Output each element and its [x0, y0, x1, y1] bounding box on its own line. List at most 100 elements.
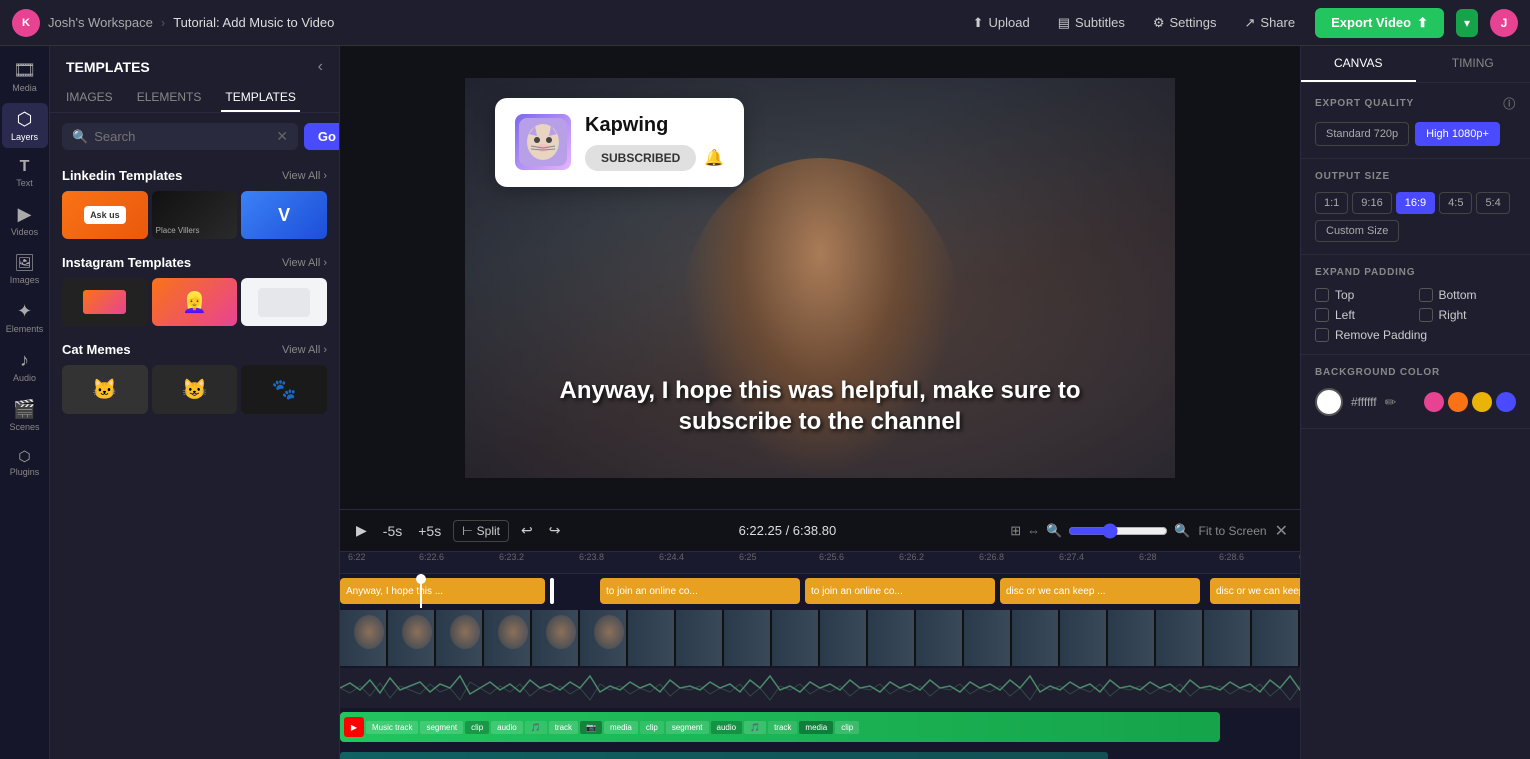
bell-icon[interactable]: 🔔 [704, 148, 724, 168]
color-dot-pink[interactable] [1424, 392, 1444, 412]
subtitle-segment[interactable]: disc or we can keep ... [1000, 578, 1200, 604]
ruler-marks: 6:22 6:22.6 6:23.2 6:23.8 6:24.4 6:25 6:… [344, 552, 1300, 573]
sidebar-item-images[interactable]: 🖼 Images [2, 247, 48, 291]
left-checkbox[interactable] [1315, 308, 1329, 322]
video-track[interactable] [340, 608, 1300, 668]
redo-button[interactable]: ↪ [545, 518, 565, 543]
subtitle-segment[interactable]: to join an online co... [805, 578, 995, 604]
section-header: Linkedin Templates View All › [62, 168, 327, 183]
sidebar-item-layers[interactable]: ⬡ Layers [2, 103, 48, 148]
padding-top[interactable]: Top [1315, 288, 1413, 302]
right-checkbox[interactable] [1419, 308, 1433, 322]
timeline-close-button[interactable]: ✕ [1275, 521, 1288, 541]
ruler-mark: 6:28 [1139, 552, 1157, 562]
template-item[interactable]: 👱‍♀️ [152, 278, 238, 326]
tab-canvas[interactable]: CANVAS [1301, 46, 1416, 82]
quality-row: Standard 720p High 1080p+ [1315, 122, 1516, 146]
subtitles-icon: ▤ [1058, 15, 1070, 31]
template-item[interactable]: Ask us [62, 191, 148, 239]
sidebar-item-media[interactable]: 🎞 Media [2, 54, 48, 99]
teal-bar[interactable] [340, 752, 1108, 759]
sidebar-item-elements[interactable]: ✦ Elements [2, 295, 48, 340]
sidebar-item-label: Videos [11, 227, 38, 237]
view-all-instagram[interactable]: View All › [282, 257, 327, 269]
play-button[interactable]: ▶ [352, 518, 371, 543]
bg-color-hex: #ffffff [1351, 395, 1377, 409]
collapse-button[interactable]: ‹ [318, 58, 323, 76]
bg-edit-icon[interactable]: ✏ [1385, 394, 1397, 411]
user-avatar[interactable]: J [1490, 9, 1518, 37]
sidebar-item-plugins[interactable]: ⬡ Plugins [2, 442, 48, 483]
audio-icon: ♪ [20, 350, 29, 371]
tab-templates[interactable]: TEMPLATES [221, 84, 299, 112]
timeline-area: ▶ -5s +5s ⊢ Split ↩ ↪ 6:22.25 / 6:38.80 … [340, 509, 1300, 759]
workspace-link[interactable]: Josh's Workspace [48, 15, 153, 30]
plus-5s-button[interactable]: +5s [414, 519, 445, 543]
search-input[interactable] [94, 129, 270, 144]
subtitle-segment[interactable]: to join an online co... [600, 578, 800, 604]
subscribe-button[interactable]: SUBSCRIBED [585, 145, 696, 171]
info-icon[interactable]: ⓘ [1503, 95, 1516, 112]
template-item[interactable]: V [241, 191, 327, 239]
share-button[interactable]: ↗ Share [1237, 10, 1304, 36]
sidebar-item-label: Audio [13, 373, 36, 383]
search-clear-icon[interactable]: ✕ [276, 128, 288, 145]
color-dot-blue[interactable] [1496, 392, 1516, 412]
high-quality-button[interactable]: High 1080p+ [1415, 122, 1500, 146]
bg-color-swatch[interactable] [1315, 388, 1343, 416]
sidebar-item-audio[interactable]: ♪ Audio [2, 344, 48, 389]
music-bar[interactable]: ▶ Music track segment clip audio 🎵 track… [340, 712, 1220, 742]
subtitle-segment[interactable]: disc or we can keep ... [1210, 578, 1300, 604]
template-item[interactable] [241, 278, 327, 326]
scenes-icon: 🎬 [13, 399, 35, 420]
minus-5s-button[interactable]: -5s [379, 519, 406, 543]
subtitle-segment[interactable]: Anyway, I hope this ... [340, 578, 545, 604]
sidebar-item-videos[interactable]: ▶ Videos [2, 198, 48, 243]
top-checkbox[interactable] [1315, 288, 1329, 302]
tab-images[interactable]: IMAGES [62, 84, 117, 112]
template-item[interactable]: 🐾 [241, 365, 327, 413]
zoom-slider[interactable] [1068, 523, 1168, 539]
remove-padding-checkbox[interactable] [1315, 328, 1329, 342]
expand-padding-title: EXPAND PADDING [1315, 267, 1516, 278]
remove-padding[interactable]: Remove Padding [1315, 328, 1516, 342]
color-dot-orange[interactable] [1448, 392, 1468, 412]
export-dropdown-button[interactable]: ▾ [1456, 9, 1478, 37]
undo-button[interactable]: ↩ [517, 518, 537, 543]
size-5-4[interactable]: 5:4 [1476, 192, 1509, 214]
padding-bottom[interactable]: Bottom [1419, 288, 1517, 302]
bottom-checkbox[interactable] [1419, 288, 1433, 302]
view-all-cat-memes[interactable]: View All › [282, 344, 327, 356]
template-item[interactable] [62, 278, 148, 326]
split-button[interactable]: ⊢ Split [453, 520, 509, 542]
sidebar-item-text[interactable]: T Text [2, 152, 48, 194]
size-9-16[interactable]: 9:16 [1352, 192, 1391, 214]
go-button[interactable]: Go [304, 123, 340, 150]
settings-button[interactable]: ⚙ Settings [1145, 10, 1225, 36]
tab-elements[interactable]: ELEMENTS [133, 84, 206, 112]
size-16-9[interactable]: 16:9 [1396, 192, 1435, 214]
segment-divider [550, 578, 554, 604]
subtitle-track: Anyway, I hope this ... to join an onlin… [340, 574, 1300, 608]
color-dot-yellow[interactable] [1472, 392, 1492, 412]
custom-size-button[interactable]: Custom Size [1315, 220, 1399, 242]
padding-right[interactable]: Right [1419, 308, 1517, 322]
size-1-1[interactable]: 1:1 [1315, 192, 1348, 214]
upload-button[interactable]: ⬆ Upload [965, 10, 1038, 36]
subtitles-button[interactable]: ▤ Subtitles [1050, 10, 1133, 36]
tab-timing[interactable]: TIMING [1416, 46, 1530, 82]
zoom-max-icon: 🔍 [1174, 523, 1190, 539]
export-button[interactable]: Export Video ⬆ [1315, 8, 1444, 38]
view-all-linkedin[interactable]: View All › [282, 170, 327, 182]
fit-to-screen-button[interactable]: Fit to Screen [1199, 524, 1267, 538]
gear-icon: ⚙ [1153, 15, 1165, 31]
size-4-5[interactable]: 4:5 [1439, 192, 1472, 214]
zoom-out-icon: ⊞ [1010, 523, 1021, 539]
sidebar-item-scenes[interactable]: 🎬 Scenes [2, 393, 48, 438]
padding-left[interactable]: Left [1315, 308, 1413, 322]
ruler-mark: 6:29.2 [1299, 552, 1300, 562]
template-item[interactable]: Place Villers [152, 191, 238, 239]
template-item[interactable]: 🐱 [62, 365, 148, 413]
standard-quality-button[interactable]: Standard 720p [1315, 122, 1409, 146]
template-item[interactable]: 😺 [152, 365, 238, 413]
